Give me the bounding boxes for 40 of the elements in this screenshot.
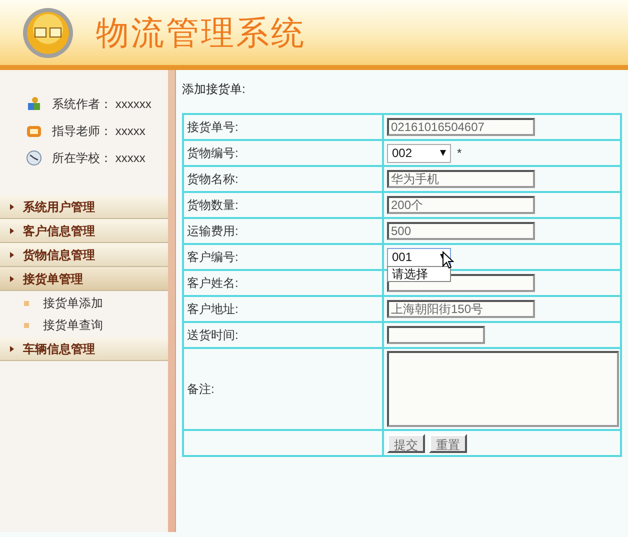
field-label: 货物名称: [187,171,238,188]
form-button[interactable]: 提交 [387,434,425,452]
bullet-icon [24,322,29,328]
caret-icon [440,150,446,156]
input-field[interactable]: 500 [387,222,535,240]
bullet-icon [24,300,29,306]
required-mark: * [457,145,462,162]
info-text: 系统作者： xxxxxx [52,96,152,112]
logo-icon [22,6,74,58]
field-label: 客户编号: [187,249,238,266]
menu-header[interactable]: 系统用户管理 [0,195,168,219]
input-field[interactable] [387,326,485,344]
textarea-field[interactable] [387,351,619,427]
submenu-link[interactable]: 接货单添加 [43,294,103,312]
input-field[interactable]: 华为手机 [387,170,535,188]
submenu-link[interactable]: 接货单查询 [43,316,103,334]
input-field[interactable]: 02161016504607 [387,118,535,136]
field-label: 客户姓名: [187,275,238,292]
input-field[interactable]: 200个 [387,196,535,214]
field-label: 备注: [187,381,214,398]
menu-header[interactable]: 车辆信息管理 [0,337,168,361]
site-title: 物流管理系统 [96,12,306,54]
dropdown-option[interactable]: 请选择 [388,267,450,281]
form-button[interactable]: 重置 [429,434,467,452]
field-label: 运输费用: [187,223,238,240]
info-text: 指导老师： xxxxx [52,122,146,140]
field-label: 送货时间: [187,327,238,344]
field-label: 客户地址: [187,301,238,318]
form-title: 添加接货单: [182,81,246,98]
info-text: 所在学校： xxxxx [52,150,146,166]
field-label: 货物编号: [187,145,238,162]
menu-header[interactable]: 客户信息管理 [0,219,168,243]
menu-header[interactable]: 货物信息管理 [0,243,168,267]
people-icon [26,96,42,112]
field-label: 接货单号: [187,119,238,136]
menu-header[interactable]: 接货单管理 [0,267,168,291]
field-label: 货物数量: [187,197,238,214]
clock-icon [26,150,42,166]
input-field[interactable]: 上海朝阳街150号 [387,300,535,318]
dropdown[interactable]: 002 [387,144,451,162]
